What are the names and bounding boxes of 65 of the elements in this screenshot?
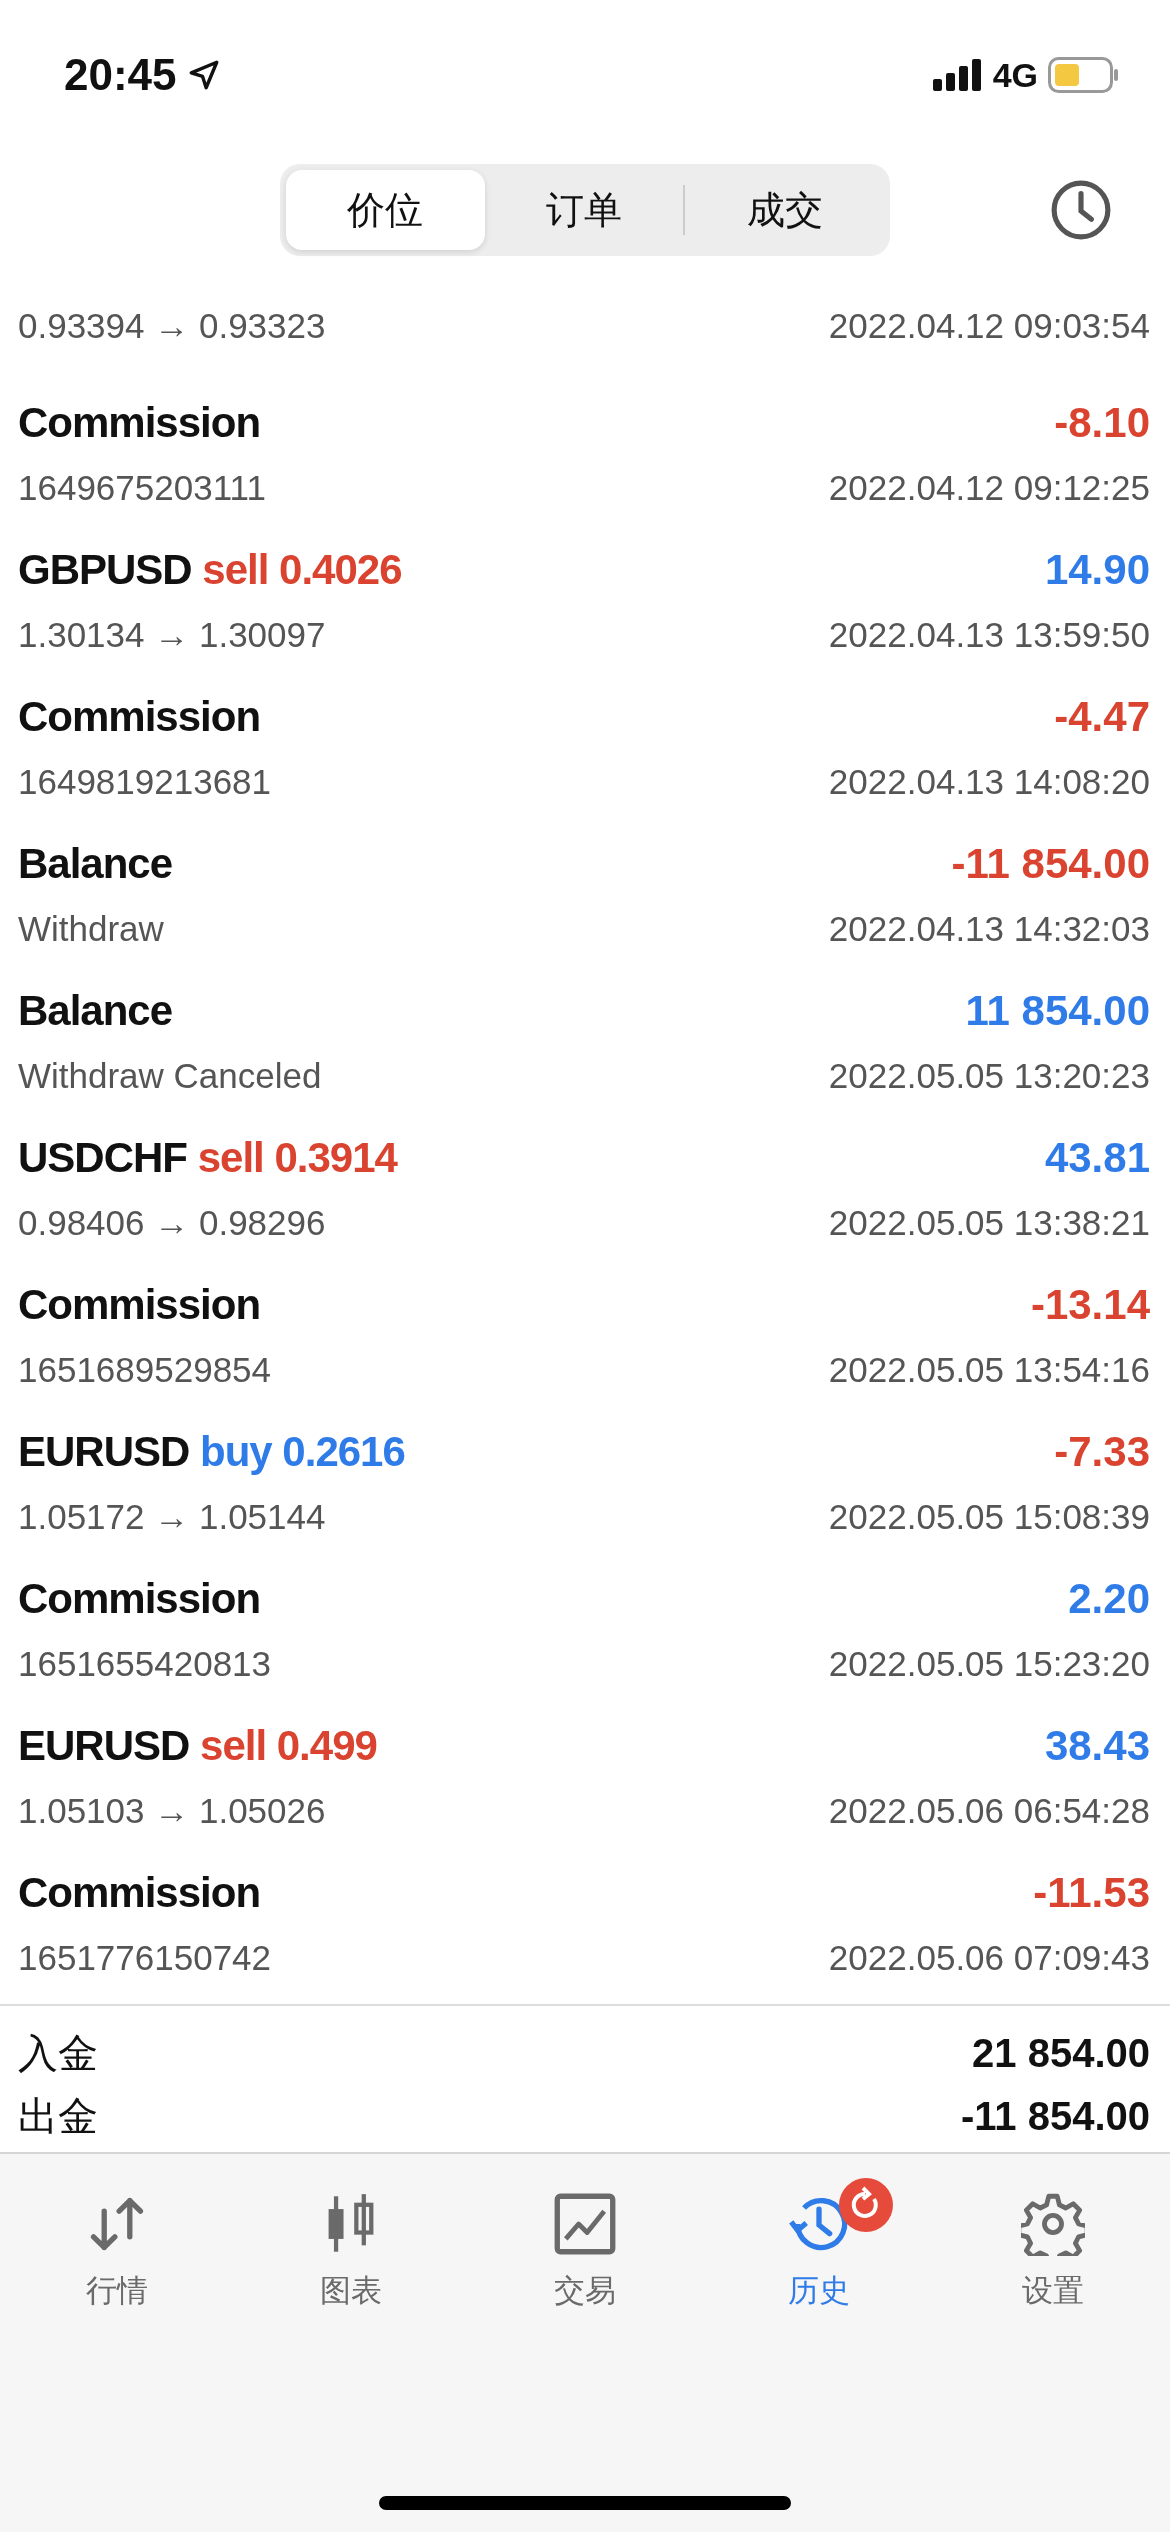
tab-bar-item[interactable]: 行情 — [27, 2172, 207, 2316]
deal-title: USDCHF sell 0.3914 — [18, 1134, 397, 1182]
deal-amount: -11.53 — [1033, 1869, 1150, 1917]
deal-detail: Withdraw Canceled — [18, 1056, 322, 1096]
deal-detail: 1.30134 → 1.30097 — [18, 615, 326, 655]
deal-detail: 1651655420813 — [18, 1644, 272, 1684]
deal-time: 2022.04.12 09:12:25 — [828, 468, 1150, 508]
deal-detail: 1651776150742 — [18, 1938, 272, 1978]
deal-amount: 43.81 — [1044, 1134, 1150, 1182]
deal-time: 2022.04.13 13:59:50 — [828, 615, 1150, 655]
tab-bar-item[interactable]: 历史 — [729, 2172, 909, 2316]
deal-detail: 1.05172 → 1.05144 — [18, 1497, 326, 1537]
deal-time: 2022.05.05 13:54:16 — [828, 1350, 1150, 1390]
deal-time: 2022.05.05 15:08:39 — [828, 1497, 1150, 1537]
battery-icon — [1048, 57, 1120, 93]
deal-title: Commission — [18, 693, 261, 741]
deal-detail: 1649675203111 — [18, 468, 266, 508]
deal-title: Balance — [18, 840, 173, 888]
deal-detail: 1651689529854 — [18, 1350, 272, 1390]
clock-icon[interactable] — [1050, 179, 1112, 241]
deal-title: Commission — [18, 399, 261, 447]
deal-time: 2022.04.12 09:03:54 — [828, 306, 1150, 346]
summary-value: -11 854.00 — [960, 2094, 1150, 2139]
tab-bar-item[interactable]: 交易 — [495, 2172, 675, 2316]
deal-time: 2022.04.13 14:08:20 — [828, 762, 1150, 802]
deal-title: Commission — [18, 1575, 261, 1623]
deal-amount: 38.43 — [1044, 1722, 1150, 1770]
deal-time: 2022.05.05 13:20:23 — [828, 1056, 1150, 1096]
deal-amount: 11 854.00 — [965, 987, 1150, 1035]
deal-amount: -8.10 — [1054, 399, 1150, 447]
deal-amount: 14.90 — [1044, 546, 1150, 594]
summary-label: 入金 — [18, 2030, 98, 2077]
signal-icon — [932, 59, 983, 91]
segment-tab[interactable]: 成交 — [685, 170, 884, 250]
deal-time: 2022.05.05 13:38:21 — [828, 1203, 1150, 1243]
deal-title: GBPUSD sell 0.4026 — [18, 546, 402, 594]
deal-detail: 0.93394 → 0.93323 — [18, 306, 326, 346]
deal-detail: 1649819213681 — [18, 762, 272, 802]
network-type: 4G — [992, 55, 1038, 95]
deal-amount: -4.47 — [1054, 693, 1150, 741]
tab-bar-item[interactable]: 图表 — [261, 2172, 441, 2316]
tab-bar-item[interactable]: 设置 — [963, 2172, 1143, 2316]
deal-amount: -11 854.00 — [951, 840, 1150, 888]
deal-title: Balance — [18, 987, 173, 1035]
settings-icon — [1021, 2192, 1085, 2256]
deal-title: EURUSD buy 0.2616 — [18, 1428, 405, 1476]
deal-title: EURUSD sell 0.499 — [18, 1722, 377, 1770]
deal-time: 2022.04.13 14:32:03 — [828, 909, 1150, 949]
summary-label: 出金 — [18, 2093, 98, 2140]
summary-value: 21 854.00 — [972, 2031, 1150, 2076]
deal-title: Commission — [18, 1869, 261, 1917]
line-chart-icon — [553, 2192, 617, 2256]
deal-amount: 2.20 — [1068, 1575, 1150, 1623]
segment-tab[interactable]: 价位 — [286, 170, 485, 250]
deal-detail: Withdraw — [18, 909, 164, 949]
deal-title: Commission — [18, 1281, 261, 1329]
deal-amount: -13.14 — [1030, 1281, 1150, 1329]
deal-amount: -7.33 — [1054, 1428, 1150, 1476]
status-time: 20:45 — [64, 50, 177, 100]
deal-time: 2022.05.06 06:54:28 — [828, 1791, 1150, 1831]
deal-time: 2022.05.06 07:09:43 — [828, 1938, 1150, 1978]
deal-time: 2022.05.05 15:23:20 — [828, 1644, 1150, 1684]
deal-detail: 1.05103 → 1.05026 — [18, 1791, 326, 1831]
segment-tab[interactable]: 订单 — [484, 170, 684, 250]
deal-detail: 0.98406 → 0.98296 — [18, 1203, 326, 1243]
